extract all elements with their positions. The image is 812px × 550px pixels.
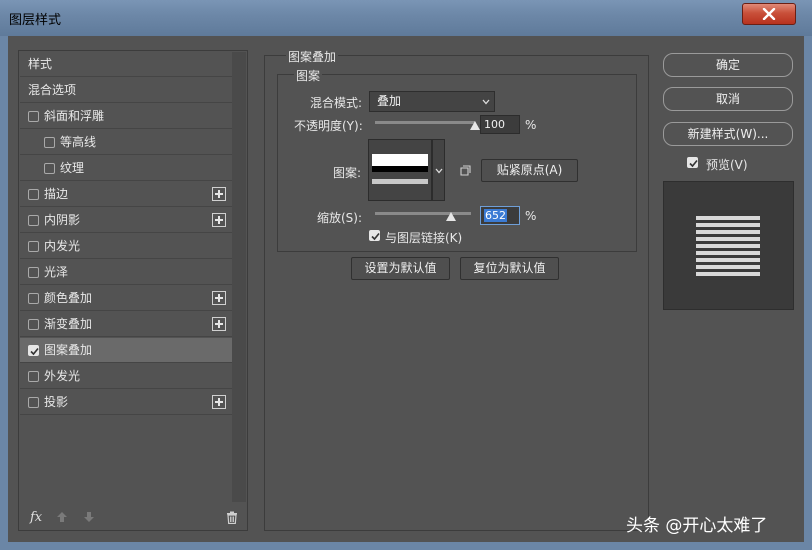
style-item-label: 描边	[44, 187, 69, 201]
chevron-down-icon	[435, 168, 443, 174]
move-up-icon[interactable]	[56, 511, 68, 523]
add-instance-plus-icon[interactable]	[212, 213, 226, 227]
style-item-label: 渐变叠加	[44, 317, 93, 331]
style-list-item[interactable]: 外发光	[20, 364, 232, 389]
styles-list-footer: fx	[20, 503, 246, 530]
preview-label: 预览(V)	[706, 158, 748, 172]
style-item-checkbox[interactable]	[28, 345, 39, 356]
window-frame-left	[0, 36, 8, 550]
link-with-layer-checkbox[interactable]	[369, 230, 380, 241]
link-with-layer-label: 与图层链接(K)	[385, 231, 463, 245]
style-list-item[interactable]: 内发光	[20, 234, 232, 259]
style-list-item[interactable]: 光泽	[20, 260, 232, 285]
snap-to-origin-button[interactable]: 贴紧原点(A)	[481, 159, 578, 182]
style-item-label: 内发光	[44, 239, 81, 253]
style-list-item[interactable]: 描边	[20, 182, 232, 207]
add-instance-plus-icon[interactable]	[212, 395, 226, 409]
close-icon	[762, 8, 776, 20]
scale-unit: %	[525, 209, 537, 223]
pattern-swatch[interactable]	[368, 139, 432, 201]
style-item-checkbox[interactable]	[28, 189, 39, 200]
styles-list-scrollbar[interactable]	[232, 52, 246, 502]
cancel-button[interactable]: 取消	[663, 87, 793, 111]
style-item-label: 投影	[44, 395, 69, 409]
style-item-checkbox[interactable]	[28, 293, 39, 304]
preview-checkbox[interactable]	[687, 157, 698, 168]
blend-mode-select[interactable]: 叠加	[369, 91, 495, 112]
opacity-input[interactable]: 100	[480, 115, 520, 134]
opacity-label: 不透明度(Y):	[294, 119, 363, 133]
preview-stripes-image	[696, 216, 760, 276]
scale-label: 缩放(S):	[317, 211, 363, 225]
style-list-item[interactable]: 投影	[20, 390, 232, 415]
style-item-label: 颜色叠加	[44, 291, 93, 305]
trash-icon[interactable]	[226, 511, 238, 524]
chevron-down-icon	[482, 99, 490, 105]
move-down-icon[interactable]	[83, 511, 95, 523]
style-item-label: 斜面和浮雕	[44, 109, 105, 123]
style-item-checkbox[interactable]	[28, 371, 39, 382]
style-list-item[interactable]: 纹理	[20, 156, 232, 181]
style-item-checkbox[interactable]	[28, 215, 39, 226]
style-item-label: 混合选项	[28, 83, 77, 97]
scale-input[interactable]: 652	[480, 206, 520, 225]
window-frame-right	[804, 36, 812, 550]
style-list-item[interactable]: 图案叠加	[20, 338, 232, 363]
styles-list-panel: 样式混合选项斜面和浮雕等高线纹理描边内阴影内发光光泽颜色叠加渐变叠加图案叠加外发…	[18, 50, 248, 531]
add-instance-plus-icon[interactable]	[212, 187, 226, 201]
style-list-item[interactable]: 混合选项	[20, 78, 232, 103]
check-icon	[371, 232, 380, 241]
window-frame-bottom	[0, 542, 812, 550]
style-item-checkbox[interactable]	[28, 267, 39, 278]
add-instance-plus-icon[interactable]	[212, 291, 226, 305]
style-item-checkbox[interactable]	[28, 111, 39, 122]
style-list-item[interactable]: 颜色叠加	[20, 286, 232, 311]
pattern-picker-dropdown[interactable]	[432, 139, 445, 201]
make-default-button[interactable]: 设置为默认值	[351, 257, 450, 280]
check-icon	[689, 159, 698, 168]
style-item-checkbox[interactable]	[28, 241, 39, 252]
new-preset-icon[interactable]	[459, 165, 471, 177]
style-item-label: 样式	[28, 57, 53, 71]
style-list-item[interactable]: 内阴影	[20, 208, 232, 233]
style-item-checkbox[interactable]	[44, 163, 55, 174]
close-button[interactable]	[742, 3, 796, 25]
blend-mode-label: 混合模式:	[310, 96, 363, 110]
style-item-label: 外发光	[44, 369, 81, 383]
new-style-button[interactable]: 新建样式(W)...	[663, 122, 793, 146]
pattern-stripes-icon	[372, 154, 428, 184]
style-item-label: 图案叠加	[44, 343, 93, 357]
group-title: 图案叠加	[286, 48, 339, 65]
style-list-item[interactable]: 斜面和浮雕	[20, 104, 232, 129]
scale-slider[interactable]	[375, 212, 471, 215]
style-item-checkbox[interactable]	[28, 397, 39, 408]
window-title: 图层样式	[9, 13, 62, 28]
style-list-item[interactable]: 等高线	[20, 130, 232, 155]
pattern-label: 图案:	[333, 166, 362, 180]
scale-slider-thumb[interactable]	[446, 212, 456, 221]
style-item-checkbox[interactable]	[44, 137, 55, 148]
opacity-slider[interactable]	[375, 121, 475, 124]
style-item-label: 光泽	[44, 265, 69, 279]
style-item-checkbox[interactable]	[28, 319, 39, 330]
style-item-label: 纹理	[60, 161, 85, 175]
ok-button[interactable]: 确定	[663, 53, 793, 77]
subgroup-title: 图案	[294, 67, 323, 84]
fx-menu-button[interactable]: fx	[30, 510, 42, 525]
reset-default-button[interactable]: 复位为默认值	[460, 257, 559, 280]
add-instance-plus-icon[interactable]	[212, 317, 226, 331]
opacity-unit: %	[525, 118, 537, 132]
watermark-text: 头条 @开心太难了	[626, 516, 768, 536]
style-preview-thumbnail	[663, 181, 794, 310]
styles-list: 样式混合选项斜面和浮雕等高线纹理描边内阴影内发光光泽颜色叠加渐变叠加图案叠加外发…	[20, 52, 232, 502]
style-item-label: 等高线	[60, 135, 97, 149]
style-list-item[interactable]: 样式	[20, 52, 232, 77]
style-list-item[interactable]: 渐变叠加	[20, 312, 232, 337]
title-bar: 图层样式	[0, 0, 812, 36]
style-item-label: 内阴影	[44, 213, 81, 227]
blend-mode-value: 叠加	[377, 94, 402, 108]
check-icon	[30, 347, 39, 356]
opacity-slider-thumb[interactable]	[470, 121, 480, 130]
